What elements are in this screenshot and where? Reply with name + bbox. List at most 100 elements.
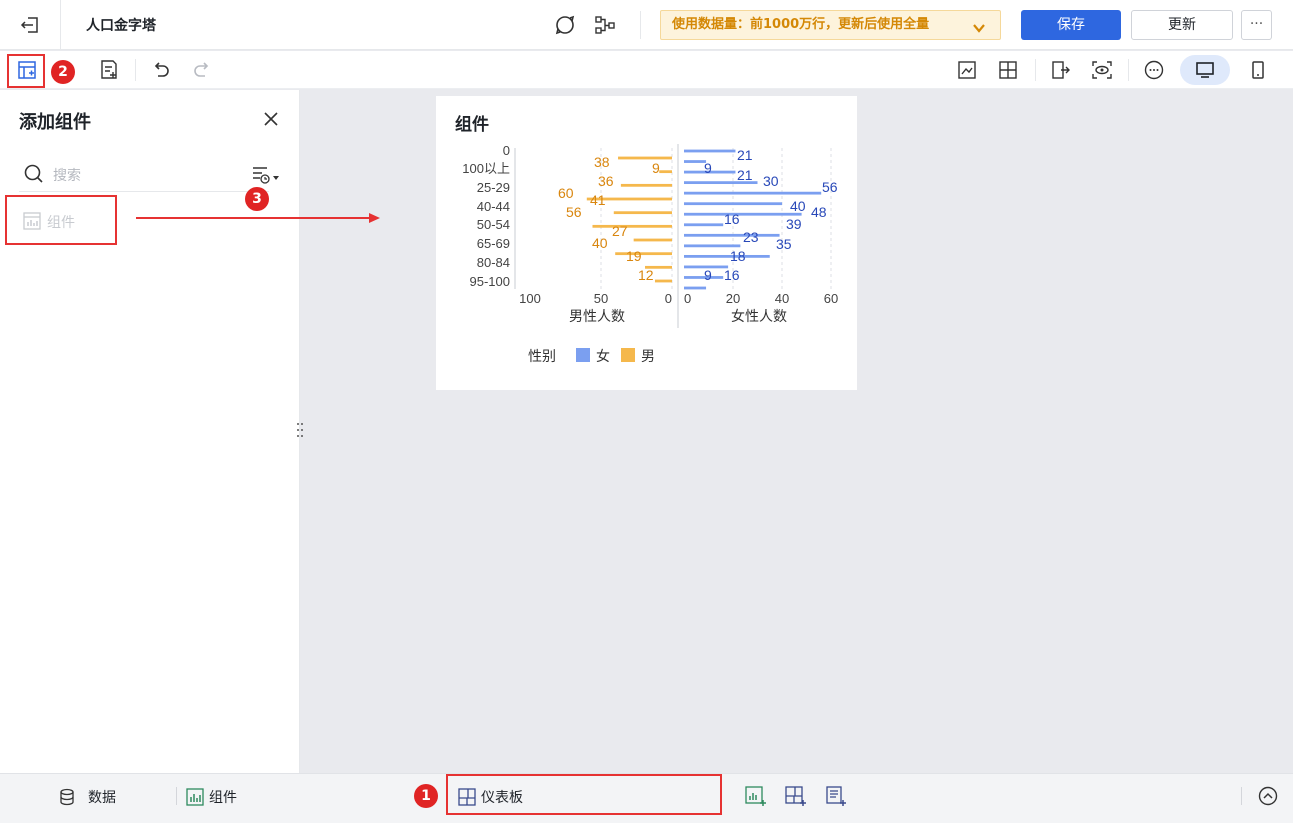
legend-swatch-male [621,348,635,362]
axis-title-left: 男性人数 [569,308,625,324]
category-label: 40-44 [477,199,510,214]
tick-label-left: 50 [594,291,608,306]
data-label-female: 16 [724,211,740,227]
bar-female [684,212,802,216]
legend-label-male: 男 [641,348,655,364]
add-report-icon[interactable] [824,784,848,808]
preview-icon[interactable] [1090,58,1114,82]
data-label-female: 40 [790,198,806,214]
data-label-female: 39 [786,216,802,232]
data-label-female: 9 [704,267,712,283]
data-label-male: 27 [612,223,628,239]
screenshot-icon[interactable] [955,58,979,82]
add-chart-icon[interactable] [744,784,768,808]
data-label-female: 30 [763,173,779,189]
bar-male [615,252,672,256]
more-options-button[interactable]: ··· [1241,10,1272,40]
tick-label-right: 20 [726,291,740,306]
tick-label-left: 100 [519,291,541,306]
annotation-badge-2: 2 [51,60,75,84]
search-icon [23,163,45,189]
panel-resize-handle[interactable] [295,420,305,440]
data-label-male: 9 [652,160,660,176]
legend-title: 性别 [528,348,556,364]
top-header: 人口金字塔 使用数据量：前1000万行，更新后使用全量 保存 更新 ··· [0,0,1293,50]
category-label: 95-100 [470,274,510,289]
more-circle-icon[interactable] [1142,58,1166,82]
chevron-down-icon [972,18,986,46]
add-filter-icon[interactable] [97,58,121,82]
data-label-male: 40 [592,235,608,251]
search-input[interactable]: 搜索 [19,160,269,192]
database-icon [58,788,76,810]
data-label-female: 16 [724,267,740,283]
panel-title: 添加组件 [19,112,91,133]
close-icon[interactable] [261,109,281,129]
bottom-divider [176,787,177,805]
highlight-box-add-widget [7,54,45,88]
desktop-icon[interactable] [1193,58,1217,82]
widget-title: 组件 [455,115,489,135]
legend-swatch-female [576,348,590,362]
export-icon[interactable] [1049,58,1073,82]
update-button[interactable]: 更新 [1131,10,1233,40]
tab-widget[interactable]: 组件 [186,786,266,810]
category-label: 25-29 [477,180,510,195]
data-volume-notice-text: 使用数据量：前1000万行，更新后使用全量 [672,17,930,32]
bar-male [592,224,672,228]
legend-label-female: 女 [596,348,610,364]
tick-label-left: 0 [665,291,672,306]
highlight-box-dashboard [446,774,722,815]
data-label-male: 38 [594,154,610,170]
category-label: 100以上 [462,161,510,176]
bar-female [684,223,724,227]
refresh-icon[interactable] [553,13,577,37]
annotation-badge-1: 1 [414,784,438,808]
bar-female [684,233,780,237]
bar-female [684,244,741,248]
data-label-male: 19 [626,248,642,264]
mobile-icon[interactable] [1246,58,1270,82]
annotation-badge-3: 3 [245,187,269,211]
bottom-bar: 数据 组件 1 仪表板 [0,773,1293,823]
data-label-female: 18 [730,248,746,264]
highlight-box-widget-item [5,195,117,245]
pyramid-chart-widget[interactable]: 0 100以上 25-29 40-44 50-54 65-69 80-84 95-100 21 9… [436,96,857,390]
search-placeholder: 搜索 [53,168,81,184]
tab-data[interactable]: 数据 [58,786,138,810]
data-label-female: 48 [811,204,827,220]
bar-male [618,156,672,160]
data-label-female: 56 [822,179,838,195]
bar-male [654,279,672,283]
bar-female [684,202,782,206]
data-label-female: 21 [737,147,753,163]
category-label: 50-54 [477,217,510,232]
bar-female [684,191,822,195]
header-divider [640,11,641,39]
exit-icon[interactable] [18,13,44,37]
population-pyramid-chart: 0 100以上 25-29 40-44 50-54 65-69 80-84 95-100 21 9… [462,143,838,364]
data-label-male: 60 [558,185,574,201]
add-widget-panel: 添加组件 搜索 3 组件 [0,90,300,773]
tick-label-right: 60 [824,291,838,306]
bar-female [684,149,736,153]
annotation-arrow [136,211,381,225]
bar-female [684,286,707,290]
data-flow-icon[interactable] [593,13,617,37]
chart-widget-icon [186,788,204,810]
tab-widget-label: 组件 [209,790,237,806]
category-label: 65-69 [477,236,510,251]
save-button[interactable]: 保存 [1021,10,1121,40]
layout-grid-icon[interactable] [996,58,1020,82]
bar-male [659,170,672,174]
tick-label-right: 40 [775,291,789,306]
redo-icon[interactable] [190,58,214,82]
add-dashboard-icon[interactable] [784,784,808,808]
undo-icon[interactable] [149,58,173,82]
toolbar-divider [135,59,136,81]
data-volume-notice[interactable]: 使用数据量：前1000万行，更新后使用全量 [660,10,1001,40]
collapse-up-icon[interactable] [1256,784,1280,808]
sort-filter-icon[interactable] [251,163,281,187]
bar-female [684,160,707,163]
data-label-male: 41 [590,192,606,208]
